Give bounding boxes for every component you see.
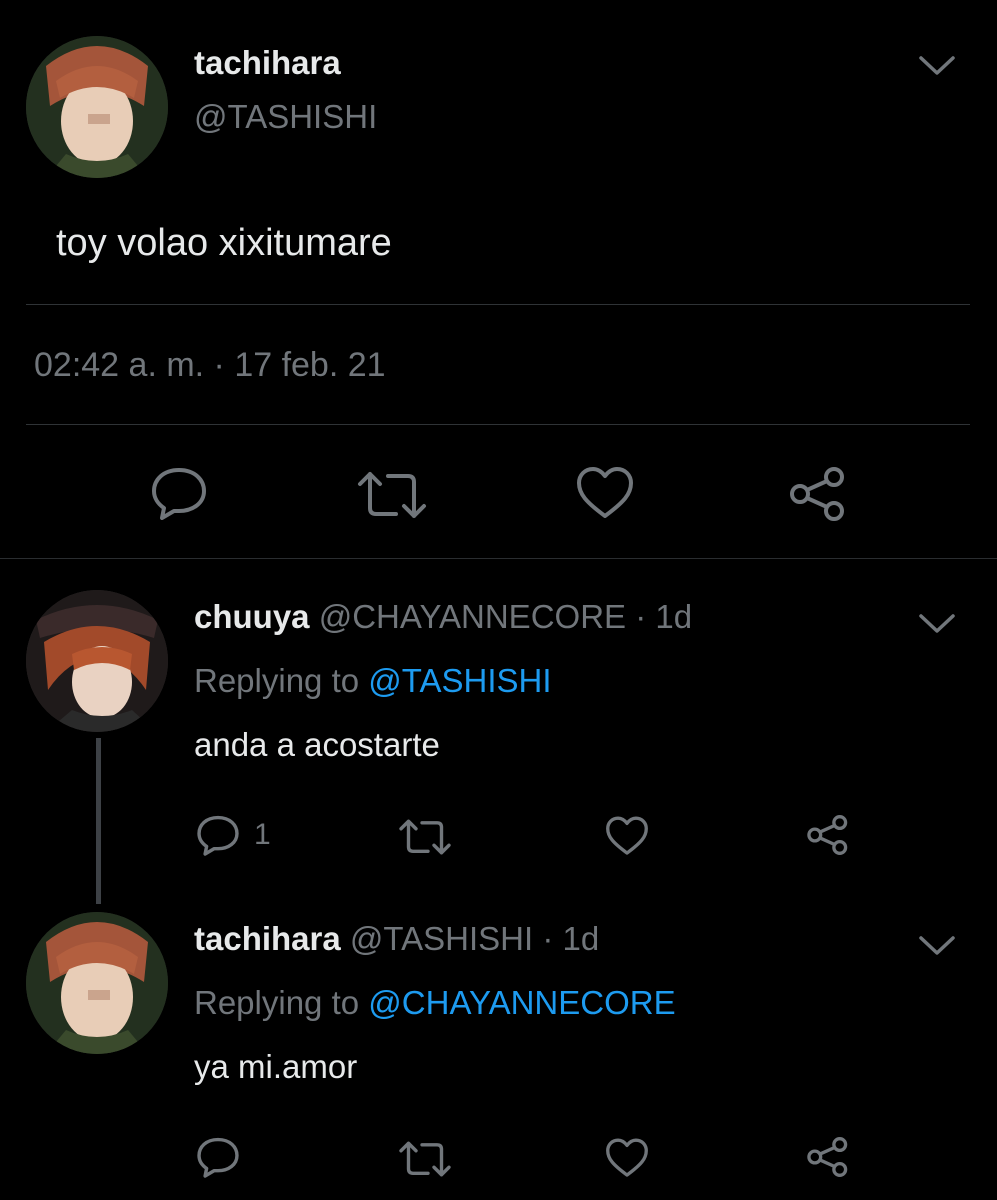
author-handle[interactable]: @TASHISHI bbox=[350, 920, 533, 957]
reply-header: chuuya @CHAYANNECORE · 1d bbox=[194, 598, 692, 636]
replying-to-label: Replying to bbox=[194, 662, 360, 699]
reply-icon[interactable] bbox=[150, 466, 208, 520]
author-display-name[interactable]: chuuya bbox=[194, 598, 310, 635]
author-display-name[interactable]: tachihara bbox=[194, 44, 341, 82]
replying-to: Replying to @TASHISHI bbox=[194, 662, 552, 700]
avatar[interactable] bbox=[26, 912, 168, 1054]
reply-count: 1 bbox=[254, 818, 271, 851]
replying-to-handle[interactable]: @CHAYANNECORE bbox=[368, 984, 675, 1021]
heart-icon[interactable] bbox=[576, 466, 634, 520]
reply-header: tachihara @TASHISHI · 1d bbox=[194, 920, 599, 958]
heart-icon[interactable] bbox=[605, 816, 649, 856]
divider bbox=[26, 304, 970, 305]
thread-line bbox=[96, 738, 101, 904]
reply-age[interactable]: · 1d bbox=[635, 598, 692, 635]
replying-to: Replying to @CHAYANNECORE bbox=[194, 984, 676, 1022]
tweet-timestamp[interactable]: 02:42 a. m. · 17 feb. 21 bbox=[34, 346, 386, 385]
chevron-down-icon[interactable] bbox=[918, 934, 956, 958]
avatar[interactable] bbox=[26, 36, 168, 178]
tweet-text: toy volao xixitumare bbox=[56, 222, 392, 264]
chevron-down-icon[interactable] bbox=[918, 54, 956, 78]
retweet-icon[interactable] bbox=[356, 470, 428, 520]
chevron-down-icon[interactable] bbox=[918, 612, 956, 636]
divider bbox=[26, 424, 970, 425]
reply-text: ya mi.amor bbox=[194, 1048, 358, 1085]
heart-icon[interactable] bbox=[605, 1138, 649, 1178]
share-icon[interactable] bbox=[788, 466, 848, 522]
retweet-icon[interactable] bbox=[398, 1140, 452, 1178]
retweet-icon[interactable] bbox=[398, 818, 452, 856]
reply-age[interactable]: · 1d bbox=[542, 920, 599, 957]
author-handle[interactable]: @TASHISHI bbox=[194, 98, 377, 136]
author-handle[interactable]: @CHAYANNECORE bbox=[319, 598, 626, 635]
divider bbox=[0, 558, 997, 559]
replying-to-label: Replying to bbox=[194, 984, 360, 1021]
reply-text: anda a acostarte bbox=[194, 726, 440, 763]
author-display-name[interactable]: tachihara bbox=[194, 920, 341, 957]
avatar[interactable] bbox=[26, 590, 168, 732]
replying-to-handle[interactable]: @TASHISHI bbox=[368, 662, 551, 699]
reply-icon[interactable] bbox=[196, 1136, 240, 1178]
reply-icon[interactable] bbox=[196, 814, 240, 856]
share-icon[interactable] bbox=[806, 814, 850, 856]
share-icon[interactable] bbox=[806, 1136, 850, 1178]
